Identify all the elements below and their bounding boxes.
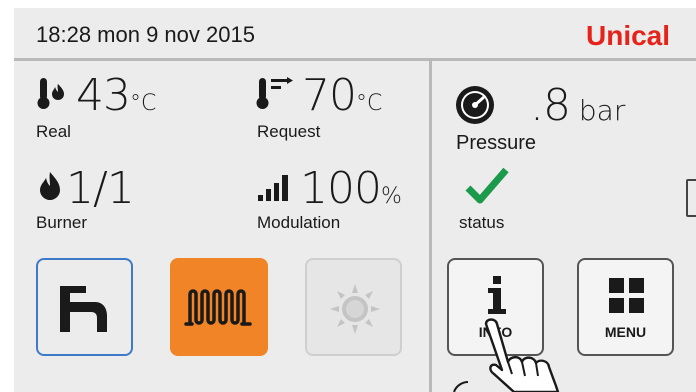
solar-mode-button[interactable]	[305, 258, 402, 356]
radiator-icon	[184, 289, 252, 326]
faucet-icon	[60, 286, 107, 332]
pressure-value: .8 bar	[530, 80, 626, 131]
real-temperature-unit: °C	[130, 91, 157, 116]
modulation-unit: %	[380, 184, 402, 209]
sun-icon	[330, 284, 380, 334]
header-bar: 18:28 mon 9 nov 2015 Unical	[14, 8, 696, 58]
heating-mode-button[interactable]	[170, 258, 268, 356]
thermometer-flame-icon	[37, 78, 64, 109]
real-temperature-label: Real	[36, 122, 71, 141]
partial-widget	[686, 179, 696, 217]
thermometer-setpoint-icon	[256, 77, 293, 109]
burner-value: 1/1	[66, 163, 135, 214]
request-temperature-unit: °C	[356, 91, 383, 116]
burner-label: Burner	[36, 213, 88, 232]
datetime: 18:28 mon 9 nov 2015	[36, 22, 255, 47]
modulation-label: Modulation	[257, 213, 341, 232]
status-label: status	[459, 213, 505, 232]
checkmark-icon	[465, 167, 509, 204]
pressure-unit: bar	[578, 94, 626, 127]
hot-water-mode-button[interactable]	[36, 258, 133, 356]
request-temperature-value: 70°C	[302, 70, 383, 121]
real-temperature-value: 43°C	[76, 70, 157, 121]
brand-logo: Unical	[586, 20, 671, 51]
pointing-hand-icon	[453, 318, 560, 392]
info-icon	[488, 276, 506, 314]
request-temperature-label: Request	[257, 122, 321, 141]
flame-icon	[40, 172, 60, 200]
modulation-value: 100%	[300, 163, 402, 214]
grid-icon	[609, 278, 644, 313]
pressure-gauge-icon	[456, 86, 494, 124]
pressure-label: Pressure	[456, 132, 537, 154]
boiler-control-screen: 18:28 mon 9 nov 2015 Unical 43°C Real 70…	[0, 0, 696, 392]
signal-bars-icon	[258, 175, 288, 201]
